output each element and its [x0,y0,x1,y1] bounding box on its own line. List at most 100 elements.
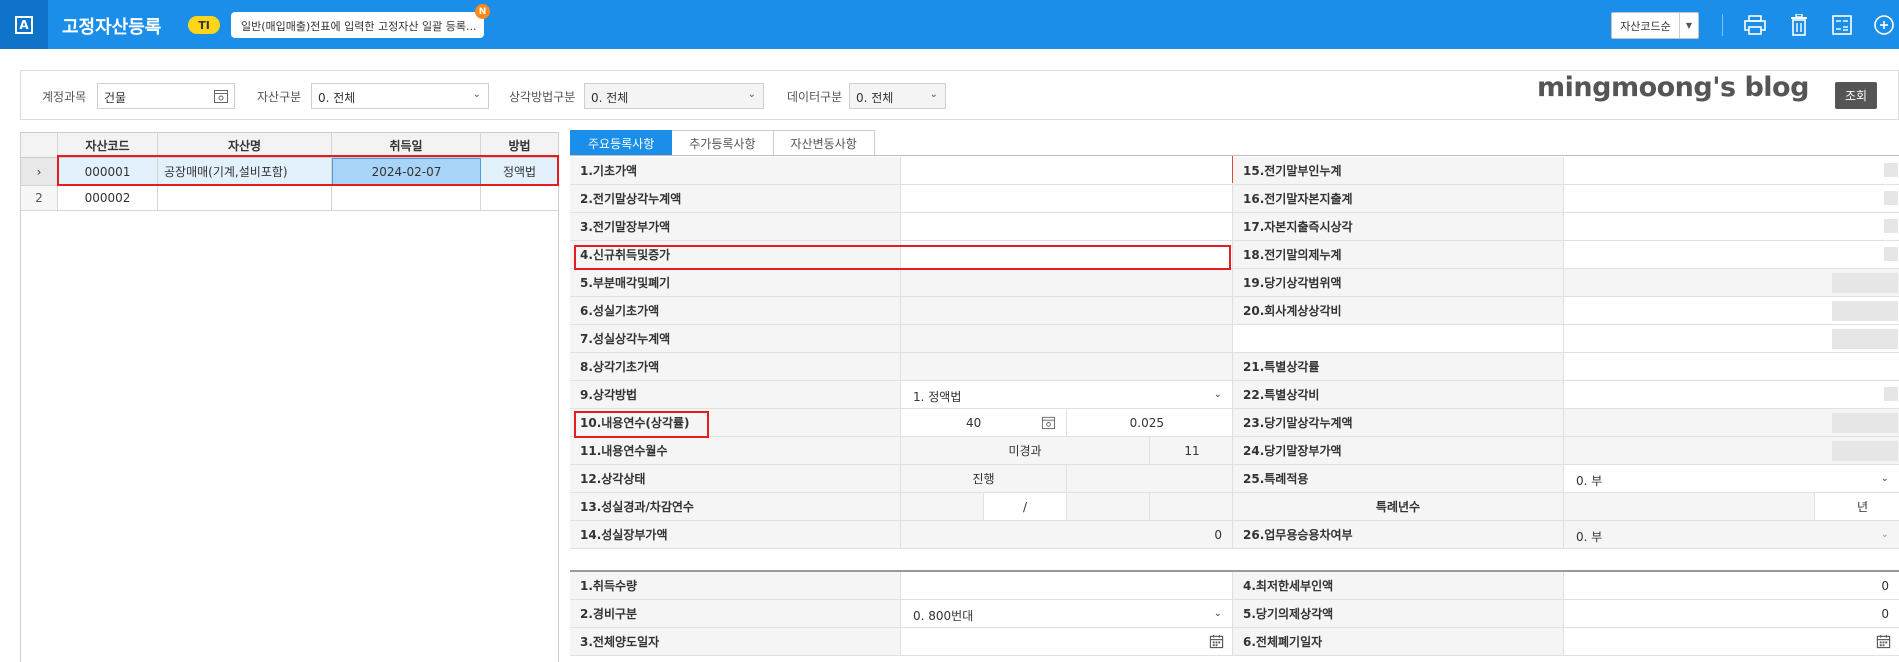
company-dep-input[interactable] [1563,297,1899,324]
asset-type-value: 0. 전체 [318,91,356,105]
field-label: 2.경비구분 [570,600,900,627]
form-row: 13.성실경과/차감연수 / 특례년수 년 [570,493,1899,521]
field-label: 15.전기말부인누계 [1233,157,1563,184]
sincere-accum-input[interactable] [900,325,1233,352]
min-tax-value: 0 [1881,579,1889,593]
form-row: 6.성실기초가액 20.회사계상상각비 [570,297,1899,325]
chevron-down-icon: ⌄ [472,89,481,100]
field-label: 11.내용연수월수 [570,437,900,464]
calculator-icon[interactable] [1829,12,1855,38]
chevron-down-icon: ⌄ [1213,608,1222,619]
quantity-input[interactable] [900,572,1233,599]
months-status: 미경과 [1008,444,1042,458]
empty-cell [1066,465,1234,492]
tab-changes[interactable]: 자산변동사항 [773,130,875,156]
search-button[interactable]: 조회 [1835,82,1877,109]
asset-type-select[interactable]: 0. 전체 ⌄ [311,83,489,109]
form-row: 7.성실상각누계액 [570,325,1899,353]
ti-badge[interactable]: TI [188,16,220,34]
method-cell[interactable]: 정액법 [481,158,558,186]
field-label: 16.전기말자본지출계 [1233,185,1563,212]
table-row[interactable]: › 000001 공장매매(기계,설비포함) 2024-02-07 정액법 [21,158,558,186]
asset-name-cell[interactable]: 공장매매(기계,설비포함) [158,158,332,186]
dep-method-select[interactable]: 1. 정액법 ⌄ [900,381,1233,408]
chevron-down-icon[interactable]: ▼ [1680,13,1698,38]
calendar-icon[interactable] [1209,634,1224,649]
form-row: 3.전기말장부가액 17.자본지출즉시상각 [570,213,1899,241]
field-label: 19.당기상각범위액 [1233,269,1563,296]
field-label: 4.신규취득및증가 [570,241,900,268]
acquisition-date-cell[interactable] [332,186,481,211]
form-row: 5.부분매각및폐기 19.당기상각범위액 [570,269,1899,297]
new-acquisition-input[interactable] [900,241,1233,268]
asset-name-cell[interactable] [158,186,332,211]
min-tax-input[interactable]: 0 [1563,572,1899,599]
transfer-date-input[interactable] [900,628,1233,655]
column-header[interactable]: 자산코드 [58,133,158,158]
disposal-input[interactable] [900,269,1233,296]
special-rate-input[interactable] [1563,353,1899,380]
field-label: 1.기초가액 [570,157,900,184]
disposal-date-input[interactable] [1563,628,1899,655]
opening-value-input[interactable] [900,157,1233,184]
tab-additional[interactable]: 추가등록사항 [672,130,774,156]
accum-dep-input[interactable] [900,185,1233,212]
tab-main[interactable]: 주요등록사항 [570,130,673,156]
useful-life-input[interactable]: 40 [966,416,981,430]
book-value-input[interactable] [900,213,1233,240]
sort-dropdown[interactable]: 자산코드순 ▼ [1611,12,1699,39]
calendar-icon[interactable] [1876,634,1891,649]
acquisition-date-cell[interactable]: 2024-02-07 [332,158,481,186]
row-number: 2 [21,186,58,211]
more-icon[interactable] [1871,12,1897,38]
prior-disallowed-input[interactable] [1563,157,1899,184]
field-label: 17.자본지출즉시상각 [1233,213,1563,240]
form-row: 2.경비구분 0. 800번대 ⌄ 5.당기의제상각액 0 [570,600,1899,628]
empty-cell [1149,493,1234,520]
useful-life-field: 40 0.025 [900,409,1233,436]
deemed-accum-input[interactable] [1563,241,1899,268]
calendar-icon[interactable] [1041,415,1056,430]
business-car-select[interactable]: 0. 부 ⌄ [1563,521,1899,548]
notice-bubble[interactable]: 일반(매입매출)전표에 입력한 고정자산 일괄 등록... [231,12,484,38]
method-cell[interactable] [481,186,558,211]
app-menu-button[interactable]: A [0,0,48,49]
calendar-icon[interactable] [213,88,229,104]
expense-type-value: 0. 800번대 [913,609,974,623]
field-label: 13.성실경과/차감연수 [570,493,900,520]
special-apply-select[interactable]: 0. 부 ⌄ [1563,465,1899,492]
sincere-base-input[interactable] [900,297,1233,324]
capital-expenditure-input[interactable] [1563,185,1899,212]
column-header[interactable]: 취득일 [332,133,481,158]
sincere-years-slash[interactable]: / [983,493,1066,520]
asset-code-cell[interactable]: 000001 [58,158,158,186]
deemed-dep-input[interactable]: 0 [1563,600,1899,627]
field-label: 18.전기말의제누계 [1233,241,1563,268]
table-row[interactable]: 2 000002 [21,186,558,211]
expense-type-select[interactable]: 0. 800번대 ⌄ [900,600,1233,627]
form-row: 8.상각기초가액 21.특별상각률 [570,353,1899,381]
special-years-unit[interactable]: 년 [1814,493,1899,520]
form-row: 4.신규취득및증가 18.전기말의제누계 [570,241,1899,269]
field-label: 1.취득수량 [570,572,900,599]
field-label: 2.전기말상각누계액 [570,185,900,212]
column-header[interactable]: 방법 [481,133,558,158]
field-label: 14.성실장부가액 [570,521,900,548]
print-icon[interactable] [1742,12,1768,38]
dep-rate-value: 0.025 [1066,409,1234,436]
focus-marker [1232,156,1233,183]
asset-code-cell[interactable]: 000002 [58,186,158,211]
form-row: 1.기초가액 15.전기말부인누계 [570,157,1899,185]
row-number-header [21,133,58,158]
account-value: 건물 [104,91,127,105]
column-header[interactable]: 자산명 [158,133,332,158]
depreciation-select[interactable]: 0. 전체 ⌄ [584,83,764,109]
field-label: 5.당기의제상각액 [1233,600,1563,627]
immediate-dep-input[interactable] [1563,213,1899,240]
data-type-select[interactable]: 0. 전체 ⌄ [849,83,946,109]
special-dep-input[interactable] [1563,381,1899,408]
field-label: 22.특별상각비 [1233,381,1563,408]
field-label: 3.전체양도일자 [570,628,900,655]
account-field[interactable]: 건물 [97,83,235,109]
delete-icon[interactable] [1786,12,1812,38]
